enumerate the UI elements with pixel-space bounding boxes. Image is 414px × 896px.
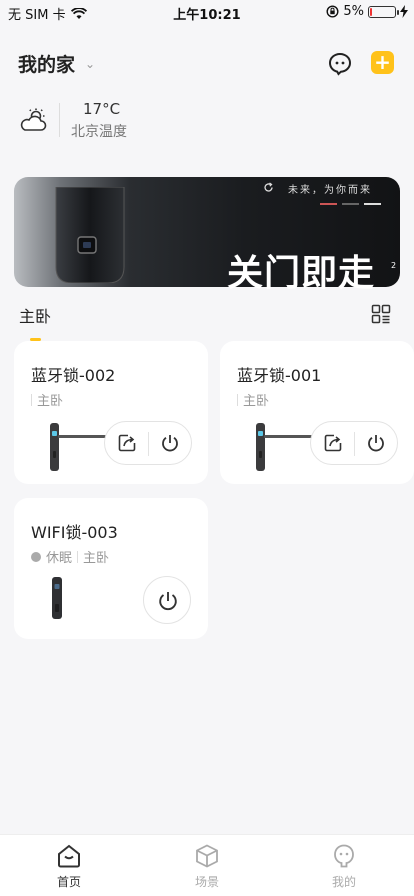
banner-slogan: 未来，为你而来 — [288, 185, 372, 196]
tab-home-label: 首页 — [56, 875, 81, 889]
banner-page-number: 2 — [391, 261, 397, 270]
device-room: 主卧 — [243, 394, 270, 409]
tab-profile-label: 我的 — [331, 875, 356, 889]
device-action-pill — [310, 421, 398, 465]
device-card[interactable]: WIFI锁-003 休眠 主卧 — [14, 498, 208, 639]
battery-level — [370, 7, 372, 16]
device-status: 休眠 — [46, 551, 73, 566]
smart-lock-image — [55, 187, 125, 283]
power-icon[interactable] — [160, 433, 180, 453]
meta-separator — [31, 393, 32, 406]
device-action-pill — [104, 421, 192, 465]
temperature-label: 北京温度 — [71, 124, 127, 140]
power-icon — [159, 592, 177, 611]
tab-scene-label: 场景 — [194, 875, 219, 889]
device-room: 主卧 — [37, 394, 64, 409]
device-room: 主卧 — [83, 551, 110, 566]
meta-separator — [77, 550, 79, 563]
home-title: 我的家 — [18, 54, 76, 76]
add-device-button[interactable]: + — [371, 51, 394, 74]
pill-divider — [354, 432, 355, 456]
bottom-tab-bar: 首页 场景 我的 — [0, 834, 414, 896]
device-meta: 主卧 — [237, 390, 269, 409]
tab-room-master[interactable]: 主卧 — [19, 303, 51, 327]
cube-icon — [196, 844, 218, 868]
device-card[interactable]: 蓝牙锁-001 主卧 — [220, 341, 414, 484]
orientation-lock-icon — [326, 5, 339, 18]
tab-profile[interactable]: 我的 — [304, 843, 384, 890]
battery-icon — [368, 5, 399, 18]
device-name: 蓝牙锁-002 — [31, 366, 116, 385]
refresh-icon — [264, 182, 273, 192]
status-dot — [31, 551, 41, 562]
power-button[interactable] — [143, 576, 191, 624]
banner-headline: 关门即走 — [227, 253, 376, 294]
weather-divider — [59, 103, 60, 137]
home-selector[interactable]: 我的家 ⌄ — [18, 50, 95, 77]
message-icon[interactable] — [328, 52, 352, 76]
meta-separator — [237, 393, 238, 406]
bluetooth-lock-image — [256, 423, 312, 471]
share-icon[interactable] — [117, 433, 137, 453]
banner-dot — [342, 203, 359, 205]
pill-divider — [148, 432, 149, 456]
device-card[interactable]: 蓝牙锁-002 主卧 — [14, 341, 208, 484]
tab-home[interactable]: 首页 — [29, 843, 109, 890]
partly-cloudy-icon — [20, 108, 47, 131]
home-icon — [58, 844, 80, 868]
charging-icon — [400, 5, 408, 18]
share-icon[interactable] — [323, 433, 343, 453]
banner-pagination — [320, 203, 381, 205]
grid-view-icon[interactable] — [371, 304, 391, 324]
banner-dot — [320, 203, 337, 205]
chevron-down-icon: ⌄ — [85, 56, 96, 71]
temperature: 17°C — [83, 100, 121, 118]
battery-percent: 5% — [343, 4, 364, 19]
device-name: 蓝牙锁-001 — [237, 366, 322, 385]
status-bar: 无 SIM 卡 上午10:21 5% — [0, 0, 414, 24]
banner-dot — [364, 203, 381, 205]
profile-icon — [334, 844, 354, 868]
device-name: WIFI锁-003 — [31, 523, 118, 542]
device-meta: 休眠 主卧 — [31, 547, 109, 566]
power-icon[interactable] — [366, 433, 386, 453]
status-right: 5% — [326, 4, 408, 19]
tab-scene[interactable]: 场景 — [167, 843, 247, 890]
device-meta: 主卧 — [31, 390, 63, 409]
wifi-lock-image — [52, 577, 62, 619]
bluetooth-lock-image — [50, 423, 106, 471]
